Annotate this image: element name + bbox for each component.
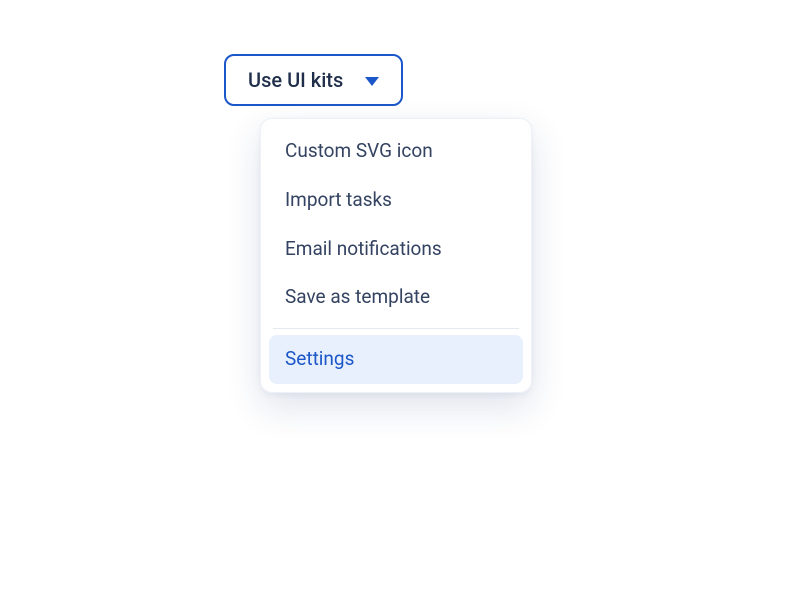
menu-item[interactable]: Email notifications — [269, 225, 523, 274]
menu-item[interactable]: Import tasks — [269, 176, 523, 225]
chevron-down-icon — [365, 77, 379, 86]
menu-item[interactable]: Custom SVG icon — [269, 127, 523, 176]
menu-divider — [273, 328, 519, 329]
dropdown-trigger-label: Use UI kits — [248, 68, 343, 92]
dropdown-menu: Custom SVG icon Import tasks Email notif… — [260, 118, 532, 393]
dropdown-trigger[interactable]: Use UI kits — [224, 54, 403, 106]
menu-item[interactable]: Save as template — [269, 273, 523, 322]
menu-item-settings[interactable]: Settings — [269, 335, 523, 384]
